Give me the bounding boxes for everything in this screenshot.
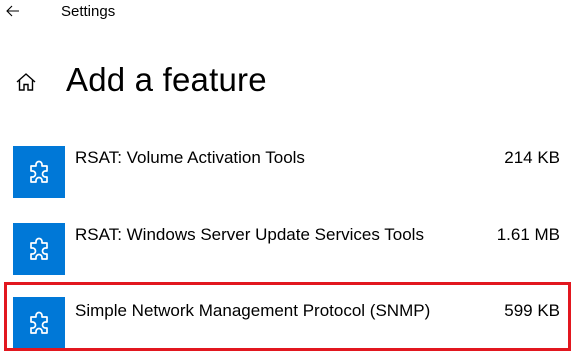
puzzle-piece-icon xyxy=(30,237,48,260)
back-button[interactable] xyxy=(2,0,24,22)
page-header: Add a feature xyxy=(0,56,580,106)
feature-size: 599 KB xyxy=(504,301,560,320)
feature-tile xyxy=(13,146,65,198)
feature-name: RSAT: Windows Server Update Services Too… xyxy=(75,225,424,244)
feature-item-rsat-volume-activation[interactable]: RSAT: Volume Activation Tools 214 KB xyxy=(0,130,580,200)
title-bar: Settings xyxy=(0,0,580,26)
home-button[interactable] xyxy=(12,68,40,96)
feature-tile xyxy=(13,223,65,275)
feature-item-snmp[interactable]: Simple Network Management Protocol (SNMP… xyxy=(0,283,580,353)
feature-name: Simple Network Management Protocol (SNMP… xyxy=(75,301,431,320)
back-arrow-icon xyxy=(6,5,19,17)
feature-item-rsat-wsus-tools[interactable]: RSAT: Windows Server Update Services Too… xyxy=(0,208,580,278)
feature-name: RSAT: Volume Activation Tools xyxy=(75,148,305,167)
puzzle-piece-icon xyxy=(30,311,48,334)
feature-size: 1.61 MB xyxy=(496,225,560,244)
puzzle-piece-icon xyxy=(30,160,48,183)
page-title: Add a feature xyxy=(66,61,267,98)
settings-window: Settings Add a feature RSAT: Volume Acti… xyxy=(0,0,580,360)
feature-size: 214 KB xyxy=(504,148,560,167)
feature-tile xyxy=(13,297,65,349)
home-icon xyxy=(16,73,36,91)
app-title: Settings xyxy=(61,3,116,20)
